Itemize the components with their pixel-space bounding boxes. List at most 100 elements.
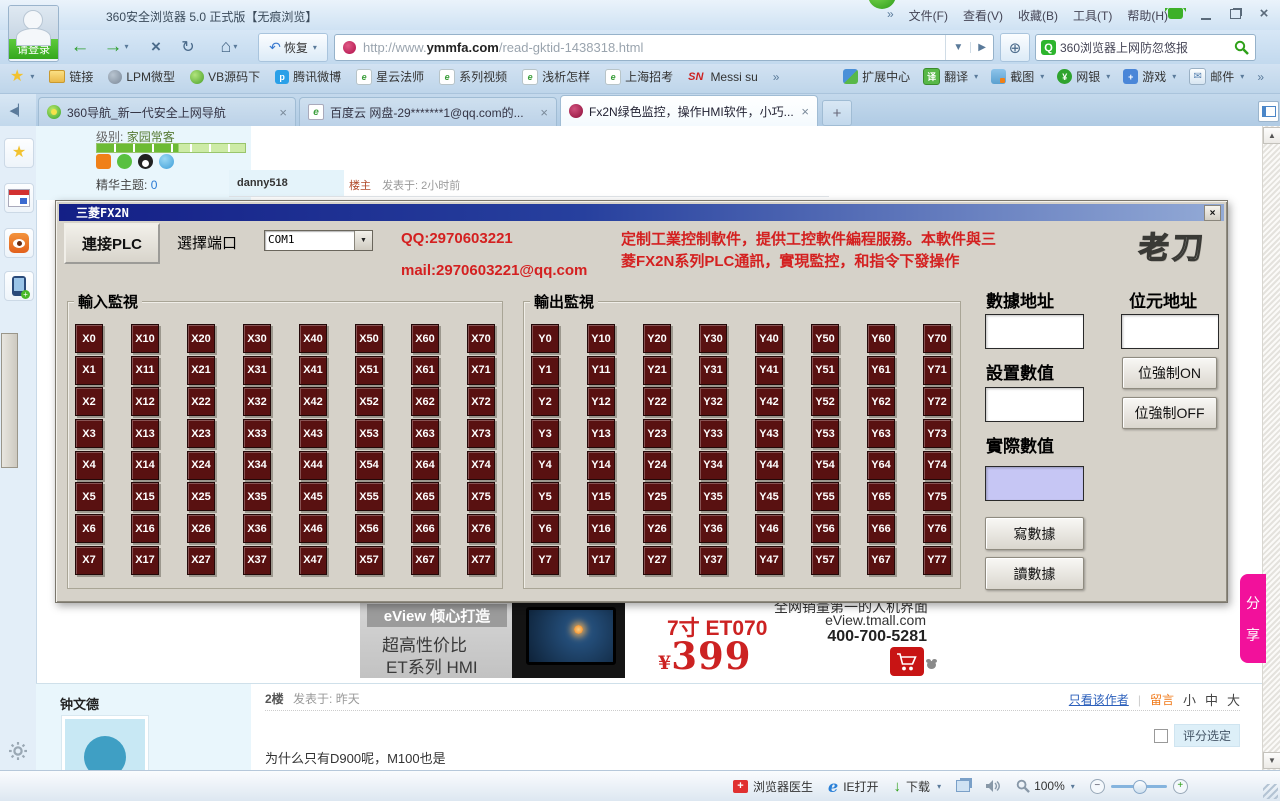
plc-point-X45[interactable]: X45: [299, 482, 327, 511]
post2-author[interactable]: 钟文德: [60, 694, 99, 713]
plc-point-Y75[interactable]: Y75: [923, 482, 951, 511]
search-box[interactable]: Q 360浏览器上网防忽悠报: [1035, 34, 1256, 61]
font-small-button[interactable]: 小: [1183, 690, 1196, 709]
skin-icon[interactable]: [1168, 8, 1183, 19]
refresh-button[interactable]: ↻: [175, 33, 201, 60]
chevron-down-icon[interactable]: ▾: [1240, 72, 1244, 81]
plc-point-Y62[interactable]: Y62: [867, 387, 895, 416]
plc-point-Y0[interactable]: Y0: [531, 324, 559, 353]
plc-point-Y71[interactable]: Y71: [923, 356, 951, 385]
plc-point-X5[interactable]: X5: [75, 482, 103, 511]
plc-point-X34[interactable]: X34: [243, 451, 271, 480]
menu-item[interactable]: 帮助(H): [1127, 7, 1168, 24]
news-panel-button[interactable]: [4, 183, 34, 213]
plc-point-X64[interactable]: X64: [411, 451, 439, 480]
plc-point-X27[interactable]: X27: [187, 546, 215, 575]
browser-doctor-button[interactable]: 浏览器医生: [733, 778, 813, 795]
read-data-button[interactable]: 讀數據: [985, 557, 1084, 590]
tool-item[interactable]: 译翻译▾: [923, 68, 978, 85]
plc-point-Y14[interactable]: Y14: [587, 451, 615, 480]
plc-point-X73[interactable]: X73: [467, 419, 495, 448]
user-login-widget[interactable]: 请登录: [8, 5, 59, 62]
plc-point-Y1[interactable]: Y1: [531, 356, 559, 385]
chevron-down-icon[interactable]: ▾: [974, 72, 978, 81]
collapse-sidebar-button[interactable]: ◀▏: [0, 94, 36, 126]
font-medium-button[interactable]: 中: [1205, 690, 1218, 709]
plc-point-X43[interactable]: X43: [299, 419, 327, 448]
plc-point-Y23[interactable]: Y23: [643, 419, 671, 448]
plc-point-X14[interactable]: X14: [131, 451, 159, 480]
plc-point-Y46[interactable]: Y46: [755, 514, 783, 543]
plc-point-Y42[interactable]: Y42: [755, 387, 783, 416]
scroll-down-icon[interactable]: ▼: [1263, 752, 1280, 769]
plc-point-X16[interactable]: X16: [131, 514, 159, 543]
bookmarks-overflow-icon[interactable]: »: [773, 70, 780, 84]
vertical-scrollbar[interactable]: ▲ ▼: [1262, 126, 1280, 770]
plc-point-Y54[interactable]: Y54: [811, 451, 839, 480]
plc-point-X21[interactable]: X21: [187, 356, 215, 385]
plc-point-Y10[interactable]: Y10: [587, 324, 615, 353]
new-tab-button[interactable]: +: [822, 100, 852, 126]
avatar[interactable]: [62, 716, 148, 770]
connect-plc-button[interactable]: 連接PLC: [64, 223, 160, 264]
menu-item[interactable]: 查看(V): [963, 7, 1003, 24]
plc-point-X37[interactable]: X37: [243, 546, 271, 575]
plc-point-X44[interactable]: X44: [299, 451, 327, 480]
chevron-down-icon[interactable]: ▾: [313, 43, 317, 52]
plc-point-X67[interactable]: X67: [411, 546, 439, 575]
plc-point-Y27[interactable]: Y27: [643, 546, 671, 575]
plc-point-X10[interactable]: X10: [131, 324, 159, 353]
plc-point-X24[interactable]: X24: [187, 451, 215, 480]
download-button[interactable]: ↓ 下载 ▾: [894, 778, 942, 795]
plc-point-Y20[interactable]: Y20: [643, 324, 671, 353]
resize-grip[interactable]: [1263, 784, 1278, 799]
plc-point-X46[interactable]: X46: [299, 514, 327, 543]
rate-checkbox[interactable]: [1154, 729, 1168, 743]
tool-item[interactable]: +游戏▾: [1123, 68, 1176, 85]
bookmark-item[interactable]: e系列视频: [439, 68, 507, 85]
plc-point-Y77[interactable]: Y77: [923, 546, 951, 575]
set-value-input[interactable]: [985, 387, 1084, 422]
plc-point-Y53[interactable]: Y53: [811, 419, 839, 448]
dialog-close-button[interactable]: ×: [1204, 205, 1221, 221]
force-off-button[interactable]: 位強制OFF: [1122, 397, 1217, 429]
go-button[interactable]: ▶: [970, 42, 993, 53]
plc-point-Y65[interactable]: Y65: [867, 482, 895, 511]
plc-point-X2[interactable]: X2: [75, 387, 103, 416]
browser-tab[interactable]: Fx2N绿色监控，操作HMI软件，小巧...×: [560, 95, 818, 126]
plc-point-X50[interactable]: X50: [355, 324, 383, 353]
bookmark-item[interactable]: VB源码下: [190, 68, 260, 85]
plc-point-X6[interactable]: X6: [75, 514, 103, 543]
plc-point-X53[interactable]: X53: [355, 419, 383, 448]
plc-point-X13[interactable]: X13: [131, 419, 159, 448]
plc-point-X12[interactable]: X12: [131, 387, 159, 416]
tab-close-icon[interactable]: ×: [540, 105, 548, 120]
plc-point-Y50[interactable]: Y50: [811, 324, 839, 353]
chevron-down-icon[interactable]: ▾: [233, 42, 237, 51]
plc-point-X40[interactable]: X40: [299, 324, 327, 353]
plc-point-Y40[interactable]: Y40: [755, 324, 783, 353]
plc-point-Y61[interactable]: Y61: [867, 356, 895, 385]
plc-point-Y73[interactable]: Y73: [923, 419, 951, 448]
plc-point-X0[interactable]: X0: [75, 324, 103, 353]
plc-point-Y47[interactable]: Y47: [755, 546, 783, 575]
bookmark-item[interactable]: p腾讯微博: [275, 68, 341, 85]
plc-point-X30[interactable]: X30: [243, 324, 271, 353]
open-in-ie-button[interactable]: e IE打开: [828, 777, 879, 796]
restore-session-button[interactable]: ↶ 恢复 ▾: [258, 33, 328, 62]
plc-point-Y32[interactable]: Y32: [699, 387, 727, 416]
plc-point-Y24[interactable]: Y24: [643, 451, 671, 480]
plc-point-Y33[interactable]: Y33: [699, 419, 727, 448]
plc-point-X65[interactable]: X65: [411, 482, 439, 511]
port-combobox[interactable]: COM1 ▼: [264, 230, 373, 251]
plc-point-X1[interactable]: X1: [75, 356, 103, 385]
plc-point-Y13[interactable]: Y13: [587, 419, 615, 448]
url-text[interactable]: http://www.ymmfa.com/read-gktid-1438318.…: [363, 40, 945, 55]
home-button[interactable]: ⌂▾: [210, 33, 248, 60]
tool-item[interactable]: 截图▾: [991, 68, 1044, 85]
plc-point-X61[interactable]: X61: [411, 356, 439, 385]
browser-tab[interactable]: e百度云 网盘-29*******1@qq.com的...×: [299, 97, 557, 126]
plc-point-Y21[interactable]: Y21: [643, 356, 671, 385]
plc-point-Y67[interactable]: Y67: [867, 546, 895, 575]
plc-point-Y60[interactable]: Y60: [867, 324, 895, 353]
